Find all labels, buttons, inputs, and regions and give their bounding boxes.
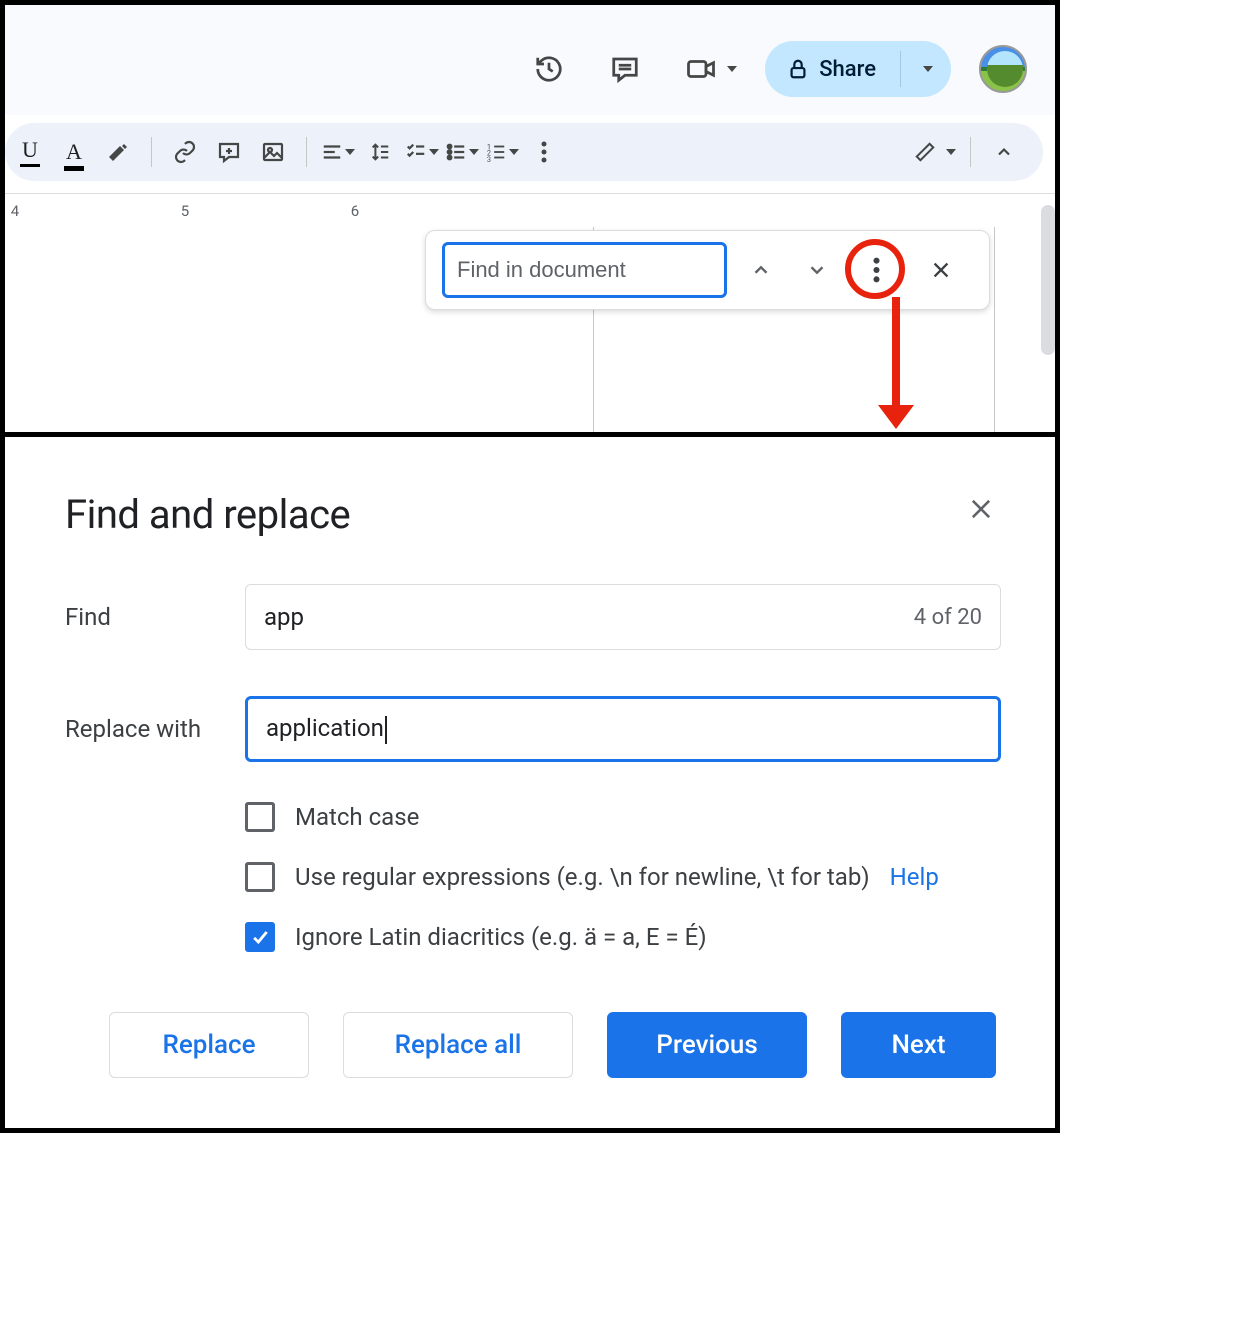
find-more-options-button[interactable] xyxy=(851,245,901,295)
formatting-toolbar: U A xyxy=(5,123,1043,181)
find-value: app xyxy=(264,603,304,631)
toolbar-separator xyxy=(970,137,971,167)
replace-label: Replace with xyxy=(65,715,245,743)
find-in-document-input[interactable] xyxy=(442,242,727,298)
toolbar-separator xyxy=(306,137,307,167)
replace-button[interactable]: Replace xyxy=(109,1012,309,1078)
ruler: 4 5 6 xyxy=(5,189,1055,229)
text-cursor xyxy=(385,716,387,744)
match-case-checkbox[interactable] xyxy=(245,802,275,832)
lock-icon xyxy=(787,58,809,80)
ruler-mark: 5 xyxy=(181,202,189,220)
insert-link-button[interactable] xyxy=(166,133,204,171)
options-group: Match case Use regular expressions (e.g.… xyxy=(245,802,1001,952)
ruler-mark: 4 xyxy=(11,202,19,220)
svg-text:3: 3 xyxy=(487,155,491,163)
comments-icon[interactable] xyxy=(601,45,649,93)
dialog-close-button[interactable] xyxy=(961,489,1001,529)
editing-mode-button[interactable] xyxy=(914,141,956,163)
docs-window-top: Share U A xyxy=(5,5,1055,437)
share-divider xyxy=(900,51,901,87)
dialog-title: Find and replace xyxy=(65,491,1001,538)
history-icon[interactable] xyxy=(525,45,573,93)
diacritics-option: Ignore Latin diacritics (e.g. ä = a, E =… xyxy=(245,922,1001,952)
next-button[interactable]: Next xyxy=(841,1012,996,1078)
match-case-label: Match case xyxy=(295,803,419,831)
share-button[interactable]: Share xyxy=(765,41,951,97)
caret-down-icon xyxy=(923,66,933,72)
add-comment-button[interactable] xyxy=(210,133,248,171)
ruler-mark: 6 xyxy=(351,202,359,220)
meet-button[interactable] xyxy=(677,45,737,93)
caret-down-icon xyxy=(509,149,519,155)
find-field-row: Find app 4 of 20 xyxy=(65,584,1001,650)
replace-value: application xyxy=(266,714,384,742)
find-replace-dialog: Find and replace Find app 4 of 20 Replac… xyxy=(5,437,1055,1128)
diacritics-checkbox[interactable] xyxy=(245,922,275,952)
title-bar-right: Share xyxy=(5,5,1055,105)
annotation-arrow xyxy=(892,297,900,407)
caret-down-icon xyxy=(429,149,439,155)
replace-all-button[interactable]: Replace all xyxy=(343,1012,573,1078)
highlight-button[interactable] xyxy=(99,133,137,171)
bulleted-list-button[interactable] xyxy=(445,141,479,163)
caret-down-icon xyxy=(345,149,355,155)
line-spacing-button[interactable] xyxy=(361,133,399,171)
previous-button[interactable]: Previous xyxy=(607,1012,807,1078)
numbered-list-button[interactable]: 123 xyxy=(485,141,519,163)
more-toolbar-button[interactable] xyxy=(525,133,563,171)
find-label: Find xyxy=(65,603,245,631)
vertical-scrollbar[interactable] xyxy=(1041,205,1055,355)
replace-input[interactable]: application xyxy=(245,696,1001,762)
regex-option: Use regular expressions (e.g. \n for new… xyxy=(245,862,1001,892)
checklist-button[interactable] xyxy=(405,141,439,163)
find-previous-button[interactable] xyxy=(739,248,783,292)
toolbar-separator xyxy=(151,137,152,167)
find-next-button[interactable] xyxy=(795,248,839,292)
regex-help-link[interactable]: Help xyxy=(890,863,939,891)
regex-checkbox[interactable] xyxy=(245,862,275,892)
find-count: 4 of 20 xyxy=(914,605,982,630)
text-color-button[interactable]: A xyxy=(55,133,93,171)
insert-image-button[interactable] xyxy=(254,133,292,171)
collapse-toolbar-button[interactable] xyxy=(985,133,1023,171)
video-icon xyxy=(677,45,725,93)
caret-down-icon xyxy=(946,149,956,155)
dialog-button-row: Replace Replace all Previous Next xyxy=(65,1012,1001,1078)
diacritics-label: Ignore Latin diacritics (e.g. ä = a, E =… xyxy=(295,923,707,951)
underline-button[interactable]: U xyxy=(11,133,49,171)
find-close-button[interactable] xyxy=(919,248,963,292)
avatar[interactable] xyxy=(979,45,1027,93)
share-label: Share xyxy=(819,57,876,82)
align-button[interactable] xyxy=(321,141,355,163)
caret-down-icon xyxy=(727,66,737,72)
caret-down-icon xyxy=(469,149,479,155)
share-dropdown[interactable] xyxy=(915,41,951,97)
regex-label: Use regular expressions (e.g. \n for new… xyxy=(295,863,870,891)
find-bar xyxy=(425,230,990,310)
tutorial-composite-frame: Share U A xyxy=(0,0,1060,1133)
replace-field-row: Replace with application xyxy=(65,696,1001,762)
find-input[interactable]: app 4 of 20 xyxy=(245,584,1001,650)
match-case-option: Match case xyxy=(245,802,1001,832)
annotation-highlight-circle xyxy=(845,239,905,299)
